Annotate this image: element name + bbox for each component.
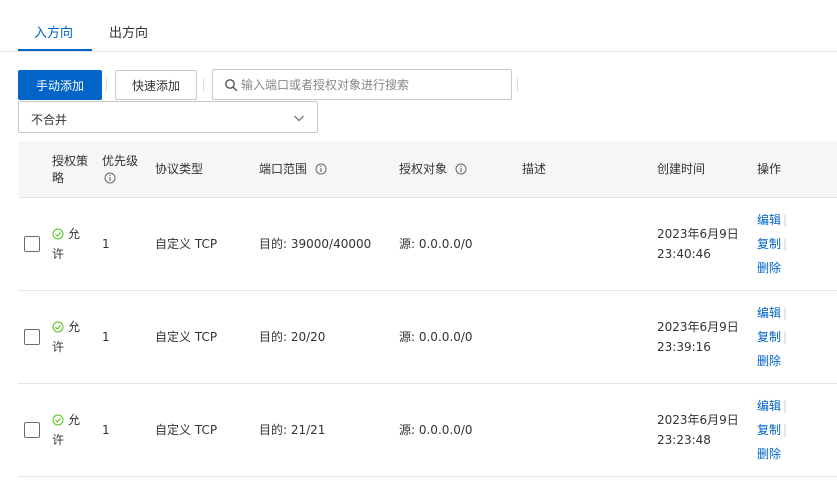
created-time: 23:39:16 bbox=[657, 340, 711, 354]
policy-cell: 允许 bbox=[52, 410, 86, 450]
tab-inbound[interactable]: 入方向 bbox=[34, 22, 73, 41]
chevron-down-icon bbox=[294, 115, 304, 122]
info-icon[interactable] bbox=[455, 163, 467, 175]
search-input[interactable] bbox=[241, 70, 507, 99]
edit-link[interactable]: 编辑 | bbox=[757, 394, 787, 418]
check-circle-icon bbox=[52, 321, 64, 333]
table-row: 允许 1 自定义 TCP 目的: 21/21 源: 0.0.0.0/0 2023… bbox=[18, 384, 837, 477]
divider bbox=[106, 78, 107, 92]
port-cell: 目的: 39000/40000 bbox=[259, 237, 372, 251]
edit-link-label: 编辑 bbox=[757, 399, 782, 413]
check-circle-icon bbox=[52, 228, 64, 240]
policy-cell: 允许 bbox=[52, 317, 86, 357]
copy-link[interactable]: 复制 | bbox=[757, 418, 787, 442]
edit-link[interactable]: 编辑 | bbox=[757, 301, 787, 325]
row-checkbox[interactable] bbox=[24, 329, 40, 345]
header-auth-object-label: 授权对象 bbox=[399, 162, 448, 176]
header-description: 描述 bbox=[522, 162, 547, 176]
created-time: 23:40:46 bbox=[657, 247, 711, 261]
actions-cell: 编辑 | 复制 | 删除 bbox=[757, 208, 787, 280]
direction-tabs: 入方向 出方向 bbox=[0, 0, 837, 52]
created-cell: 2023年6月9日 23:39:16 bbox=[657, 317, 739, 357]
row-checkbox[interactable] bbox=[24, 422, 40, 438]
protocol-cell: 自定义 TCP bbox=[155, 330, 218, 344]
priority-cell: 1 bbox=[102, 330, 110, 344]
header-priority-label: 优先级 bbox=[102, 154, 139, 168]
divider bbox=[203, 78, 204, 92]
header-port-range-label: 端口范围 bbox=[259, 162, 308, 176]
delete-link[interactable]: 删除 bbox=[757, 349, 787, 373]
port-cell: 目的: 21/21 bbox=[259, 423, 326, 437]
separator: | bbox=[783, 423, 788, 437]
merge-select[interactable]: 不合并 bbox=[18, 101, 318, 133]
source-cell: 源: 0.0.0.0/0 bbox=[399, 330, 473, 344]
row-checkbox[interactable] bbox=[24, 236, 40, 252]
protocol-cell: 自定义 TCP bbox=[155, 423, 218, 437]
divider bbox=[517, 78, 518, 92]
tab-outbound[interactable]: 出方向 bbox=[109, 22, 148, 41]
security-rule-table: 授权策略 优先级 协议类型 端口范围 授权对象 描述 创建时间 操作 允许 1 … bbox=[18, 141, 837, 477]
info-icon[interactable] bbox=[315, 163, 327, 175]
edit-link-label: 编辑 bbox=[757, 306, 782, 320]
source-cell: 源: 0.0.0.0/0 bbox=[399, 237, 473, 251]
check-circle-icon bbox=[52, 414, 64, 426]
header-actions: 操作 bbox=[757, 162, 782, 176]
active-tab-indicator bbox=[18, 49, 92, 51]
delete-link[interactable]: 删除 bbox=[757, 256, 787, 280]
copy-link[interactable]: 复制 | bbox=[757, 325, 787, 349]
table-row: 允许 1 自定义 TCP 目的: 20/20 源: 0.0.0.0/0 2023… bbox=[18, 291, 837, 384]
separator: | bbox=[783, 237, 788, 251]
table-header: 授权策略 优先级 协议类型 端口范围 授权对象 描述 创建时间 操作 bbox=[18, 141, 837, 198]
actions-cell: 编辑 | 复制 | 删除 bbox=[757, 301, 787, 373]
copy-link-label: 复制 bbox=[757, 423, 782, 437]
source-cell: 源: 0.0.0.0/0 bbox=[399, 423, 473, 437]
info-icon[interactable] bbox=[104, 172, 116, 184]
header-protocol: 协议类型 bbox=[155, 162, 204, 176]
search-box bbox=[212, 69, 512, 100]
merge-select-value: 不合并 bbox=[31, 113, 68, 127]
header-created: 创建时间 bbox=[657, 162, 706, 176]
header-port-range: 端口范围 bbox=[259, 161, 327, 178]
created-date: 2023年6月9日 bbox=[657, 413, 739, 427]
created-time: 23:23:48 bbox=[657, 433, 711, 447]
table-row: 允许 1 自定义 TCP 目的: 39000/40000 源: 0.0.0.0/… bbox=[18, 198, 837, 291]
protocol-cell: 自定义 TCP bbox=[155, 237, 218, 251]
copy-link[interactable]: 复制 | bbox=[757, 232, 787, 256]
port-cell: 目的: 20/20 bbox=[259, 330, 326, 344]
header-auth-object: 授权对象 bbox=[399, 161, 467, 178]
separator: | bbox=[783, 213, 788, 227]
copy-link-label: 复制 bbox=[757, 237, 782, 251]
quick-add-button[interactable]: 快速添加 bbox=[115, 70, 197, 100]
created-cell: 2023年6月9日 23:23:48 bbox=[657, 410, 739, 450]
separator: | bbox=[783, 306, 788, 320]
search-icon bbox=[225, 79, 238, 92]
header-priority: 优先级 bbox=[102, 153, 146, 187]
separator: | bbox=[783, 399, 788, 413]
copy-link-label: 复制 bbox=[757, 330, 782, 344]
manual-add-button[interactable]: 手动添加 bbox=[18, 70, 102, 100]
policy-cell: 允许 bbox=[52, 224, 86, 264]
edit-link-label: 编辑 bbox=[757, 213, 782, 227]
priority-cell: 1 bbox=[102, 423, 110, 437]
edit-link[interactable]: 编辑 | bbox=[757, 208, 787, 232]
header-policy: 授权策略 bbox=[52, 154, 89, 185]
separator: | bbox=[783, 330, 788, 344]
created-date: 2023年6月9日 bbox=[657, 227, 739, 241]
delete-link[interactable]: 删除 bbox=[757, 442, 787, 466]
actions-cell: 编辑 | 复制 | 删除 bbox=[757, 394, 787, 466]
created-cell: 2023年6月9日 23:40:46 bbox=[657, 224, 739, 264]
priority-cell: 1 bbox=[102, 237, 110, 251]
created-date: 2023年6月9日 bbox=[657, 320, 739, 334]
